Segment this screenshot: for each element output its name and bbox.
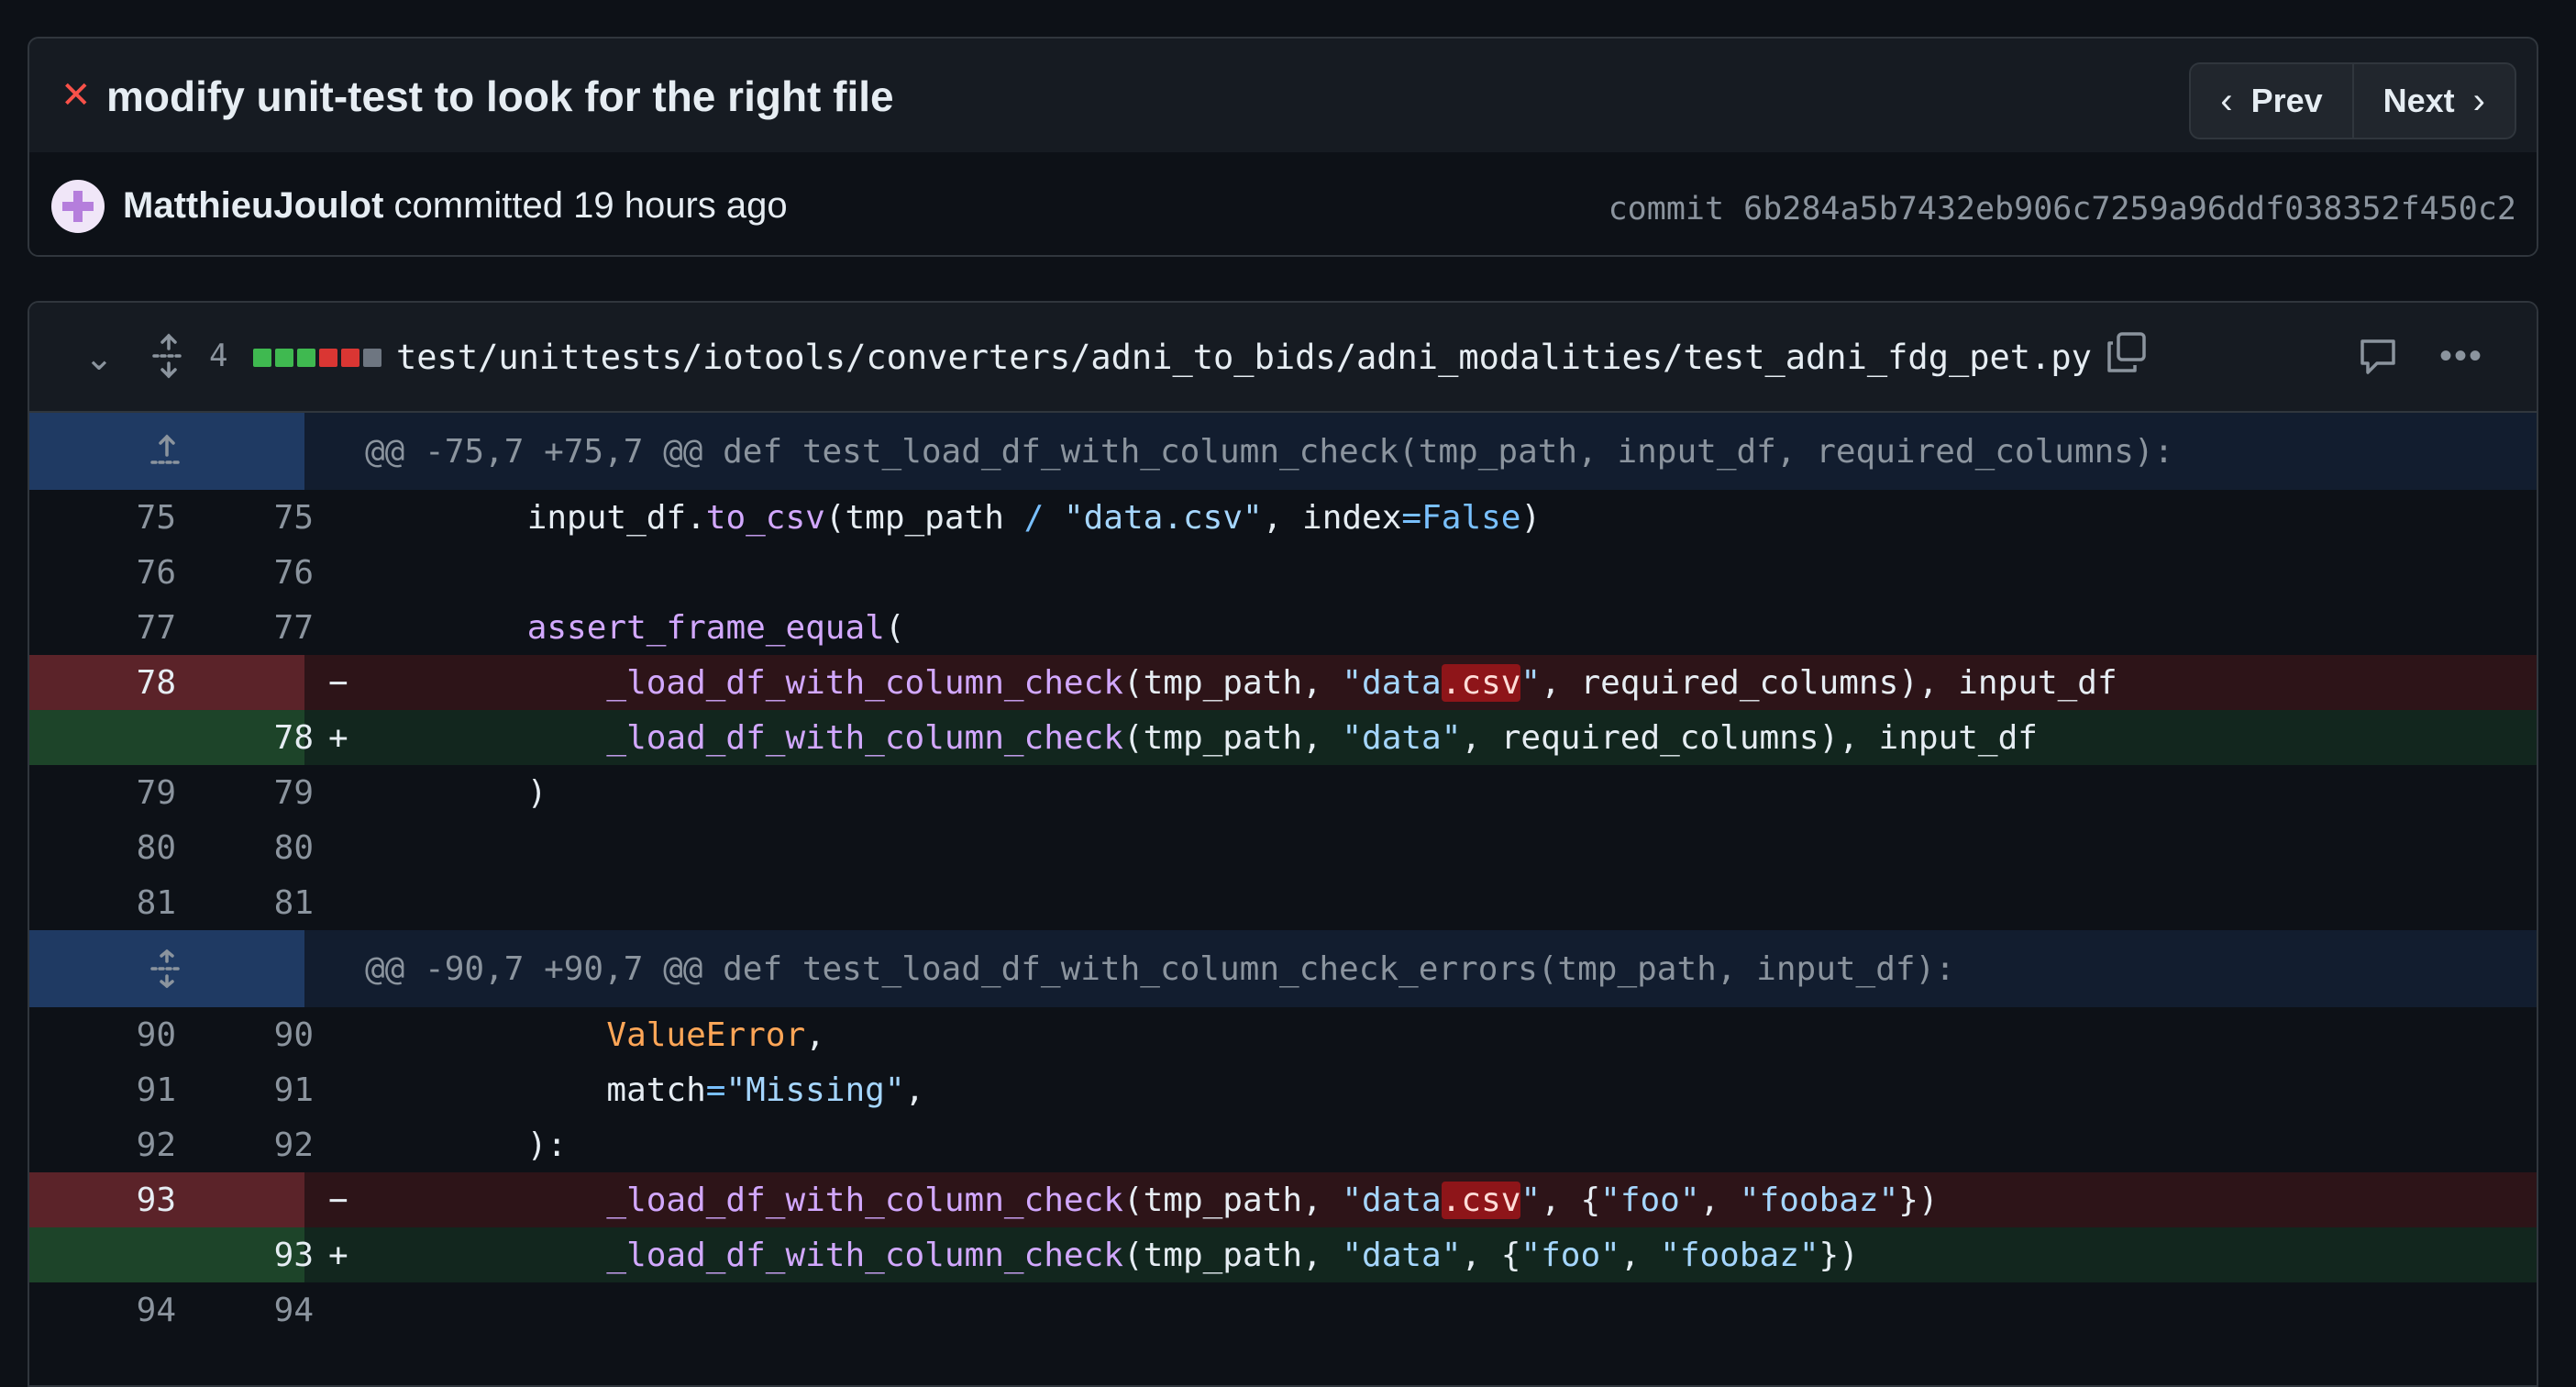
old-line-number[interactable]: 92 xyxy=(94,1126,176,1164)
diff-line: 77 77 assert_frame_equal( xyxy=(29,600,2537,655)
code-line: input_df.to_csv(tmp_path / "data.csv", i… xyxy=(448,499,1542,537)
code-line: ValueError, xyxy=(606,1016,825,1054)
expand-both-icon[interactable] xyxy=(147,949,187,989)
new-line-number[interactable]: 81 xyxy=(231,884,314,922)
added-line: 78 + _load_df_with_column_check(tmp_path… xyxy=(29,710,2537,765)
comment-icon[interactable] xyxy=(2357,336,2399,378)
new-line-number[interactable]: 93 xyxy=(231,1237,314,1274)
code-line: _load_df_with_column_check(tmp_path, "da… xyxy=(606,1182,1939,1219)
diff-line: 75 75 input_df.to_csv(tmp_path / "data.c… xyxy=(29,490,2537,545)
expand-gutter[interactable] xyxy=(29,930,304,1007)
new-line-number[interactable]: 90 xyxy=(231,1016,314,1054)
hunk-header: @@ -90,7 +90,7 @@ def test_load_df_with_… xyxy=(29,930,2537,1007)
deleted-line: 78 − _load_df_with_column_check(tmp_path… xyxy=(29,655,2537,710)
commit-title: modify unit-test to look for the right f… xyxy=(106,72,894,120)
new-line-number[interactable]: 91 xyxy=(231,1071,314,1109)
code-line: assert_frame_equal( xyxy=(526,609,905,647)
removed-text-highlight: .csv xyxy=(1441,664,1521,702)
old-line-number[interactable]: 79 xyxy=(94,774,176,812)
expand-up-icon[interactable] xyxy=(147,431,187,472)
diffstat-block-add xyxy=(297,349,315,367)
code-line: _load_df_with_column_check(tmp_path, "da… xyxy=(606,664,2117,702)
hunk-header-text: @@ -90,7 +90,7 @@ def test_load_df_with_… xyxy=(365,950,1955,988)
diff-line: 79 79 ) xyxy=(29,765,2537,820)
diff-lines: @@ -75,7 +75,7 @@ def test_load_df_with_… xyxy=(29,413,2537,1337)
new-line-number[interactable]: 77 xyxy=(231,609,314,647)
diff-line: 81 81 xyxy=(29,875,2537,930)
hunk-header-text: @@ -75,7 +75,7 @@ def test_load_df_with_… xyxy=(365,433,2174,471)
kebab-menu-icon[interactable]: ••• xyxy=(2439,336,2491,378)
old-line-number[interactable]: 76 xyxy=(94,554,176,592)
commit-title-bar: ✕ modify unit-test to look for the right… xyxy=(29,39,2537,154)
next-button[interactable]: Next › xyxy=(2351,64,2515,138)
commit-navigation: ‹ Prev Next › xyxy=(2189,62,2516,139)
diff-line: 80 80 xyxy=(29,820,2537,875)
avatar[interactable] xyxy=(51,180,105,233)
diffstat-block-del xyxy=(341,349,359,367)
commit-sha-label: commit xyxy=(1608,191,1744,227)
code-line: match="Missing", xyxy=(448,1071,925,1109)
chevron-down-icon[interactable]: ⌄ xyxy=(84,338,121,378)
author-link[interactable]: MatthieuJoulot xyxy=(123,185,383,226)
diff-line: 92 92 ): xyxy=(29,1117,2537,1172)
diff-sign: + xyxy=(328,1237,348,1274)
file-path[interactable]: test/unittests/iotools/converters/adni_t… xyxy=(396,338,2092,377)
old-line-number[interactable]: 80 xyxy=(94,829,176,867)
new-line-number[interactable]: 78 xyxy=(231,719,314,757)
diffstat-block-add xyxy=(275,349,293,367)
file-diff: ⌄ 4 test/unittests/iotools/converters/ad… xyxy=(28,301,2538,1387)
expand-all-icon[interactable] xyxy=(149,332,189,380)
diff-line: 94 94 xyxy=(29,1282,2537,1337)
x-icon: ✕ xyxy=(61,75,92,116)
chevron-right-icon: › xyxy=(2472,80,2485,121)
new-line-number[interactable]: 94 xyxy=(231,1292,314,1329)
added-line: 93 + _load_df_with_column_check(tmp_path… xyxy=(29,1227,2537,1282)
diff-line: 91 91 match="Missing", xyxy=(29,1062,2537,1117)
code-line: _load_df_with_column_check(tmp_path, "da… xyxy=(606,719,2038,757)
code-line: ) xyxy=(448,774,547,812)
new-line-number[interactable]: 92 xyxy=(231,1126,314,1164)
copy-icon[interactable] xyxy=(2104,330,2150,376)
diff-line: 90 90 ValueError, xyxy=(29,1007,2537,1062)
old-line-number[interactable]: 75 xyxy=(94,499,176,537)
diffstat-block-neutral xyxy=(363,349,381,367)
commit-time: committed 19 hours ago xyxy=(383,185,788,226)
old-line-number[interactable]: 90 xyxy=(94,1016,176,1054)
change-count: 4 xyxy=(209,338,228,374)
old-line-number[interactable]: 78 xyxy=(94,664,176,702)
hunk-header: @@ -75,7 +75,7 @@ def test_load_df_with_… xyxy=(29,413,2537,490)
old-line-number[interactable]: 77 xyxy=(94,609,176,647)
deleted-line: 93 − _load_df_with_column_check(tmp_path… xyxy=(29,1172,2537,1227)
old-line-number[interactable]: 94 xyxy=(94,1292,176,1329)
commit-header: ✕ modify unit-test to look for the right… xyxy=(28,37,2538,257)
new-line-number[interactable]: 75 xyxy=(231,499,314,537)
commit-byline: MatthieuJoulot committed 19 hours ago xyxy=(123,185,788,227)
removed-text-highlight: .csv xyxy=(1441,1182,1521,1219)
diff-line: 76 76 xyxy=(29,545,2537,600)
commit-sha: commit 6b284a5b7432eb906c7259a96ddf03835… xyxy=(1609,191,2516,227)
prev-label: Prev xyxy=(2250,82,2323,119)
old-line-number[interactable]: 81 xyxy=(94,884,176,922)
code-line: ): xyxy=(448,1126,568,1164)
diffstat xyxy=(253,349,381,367)
prev-button[interactable]: ‹ Prev xyxy=(2191,64,2351,138)
new-line-number[interactable]: 80 xyxy=(231,829,314,867)
new-line-number[interactable]: 79 xyxy=(231,774,314,812)
commit-meta-bar: MatthieuJoulot committed 19 hours ago co… xyxy=(29,152,2537,255)
new-line-number[interactable]: 76 xyxy=(231,554,314,592)
code-line: _load_df_with_column_check(tmp_path, "da… xyxy=(606,1237,1859,1274)
diff-sign: − xyxy=(328,664,348,702)
file-header: ⌄ 4 test/unittests/iotools/converters/ad… xyxy=(29,303,2537,413)
diffstat-block-del xyxy=(319,349,337,367)
diff-sign: − xyxy=(328,1182,348,1219)
old-line-number[interactable]: 91 xyxy=(94,1071,176,1109)
diffstat-block-add xyxy=(253,349,271,367)
commit-sha-value[interactable]: 6b284a5b7432eb906c7259a96ddf038352f450c2 xyxy=(1743,191,2516,227)
chevron-left-icon: ‹ xyxy=(2220,80,2233,121)
expand-gutter[interactable] xyxy=(29,413,304,490)
diff-sign: + xyxy=(328,719,348,757)
old-line-number[interactable]: 93 xyxy=(94,1182,176,1219)
next-label: Next xyxy=(2383,82,2455,119)
